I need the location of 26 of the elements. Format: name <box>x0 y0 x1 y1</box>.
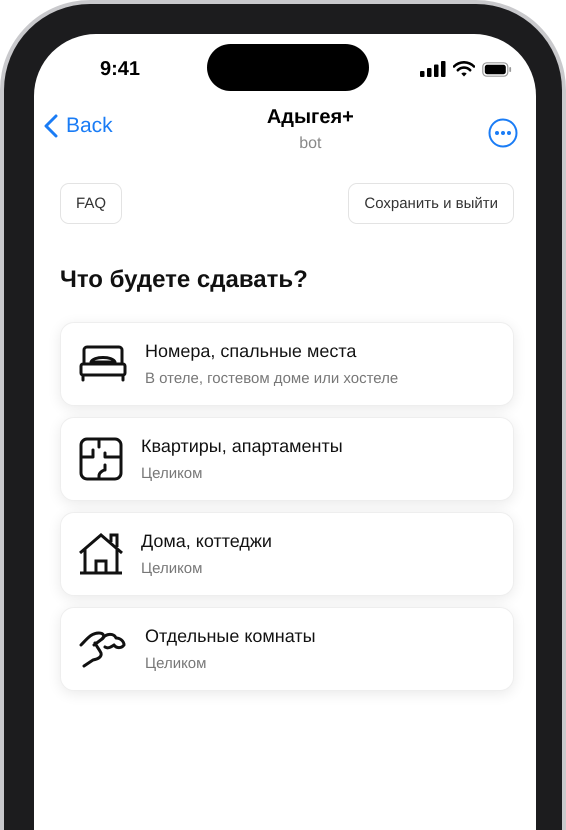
wifi-icon <box>453 61 475 77</box>
option-card[interactable]: Дома, коттеджи Целиком <box>60 512 514 596</box>
option-subtitle: Целиком <box>145 655 208 672</box>
option-card[interactable]: Номера, спальные места В отеле, гостевом доме или хостеле <box>60 322 514 406</box>
signal-icon <box>420 61 446 77</box>
save-exit-button[interactable]: Сохранить и выйти <box>348 183 514 224</box>
option-card[interactable]: Отдельные комнаты Целиком <box>60 607 514 691</box>
option-card[interactable]: Квартиры, апартаменты Целиком <box>60 417 514 501</box>
chevron-left-icon <box>44 114 58 138</box>
house-icon <box>79 533 123 575</box>
chat-subtitle: bot <box>299 135 322 153</box>
bed-icon <box>79 344 127 384</box>
faq-button[interactable]: FAQ <box>60 183 122 224</box>
status-time: 9:41 <box>100 58 140 80</box>
question-heading: Что будете сдавать? <box>60 266 309 294</box>
chat-title: Адыгея+ <box>266 106 354 129</box>
option-title: Отдельные комнаты <box>145 626 316 647</box>
option-title: Квартиры, апартаменты <box>141 436 343 457</box>
floorplan-icon <box>79 437 123 481</box>
option-title: Номера, спальные места <box>145 341 358 362</box>
option-subtitle: В отеле, гостевом доме или хостеле <box>145 370 398 387</box>
battery-icon <box>482 62 512 76</box>
option-subtitle: Целиком <box>141 465 204 482</box>
option-title: Дома, коттеджи <box>141 531 272 552</box>
option-subtitle: Целиком <box>141 560 204 577</box>
back-button[interactable]: Back <box>44 106 113 138</box>
